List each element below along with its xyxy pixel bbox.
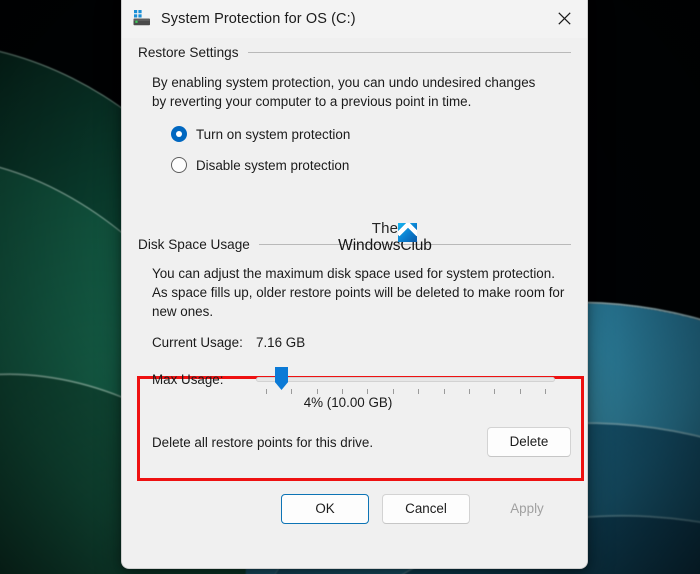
- max-usage-slider[interactable]: [256, 364, 555, 394]
- window-title: System Protection for OS (C:): [161, 11, 356, 27]
- delete-restore-points-text: Delete all restore points for this drive…: [152, 435, 373, 450]
- radio-turn-on-system-protection[interactable]: Turn on system protection: [171, 126, 571, 142]
- dialog-body: Restore Settings By enabling system prot…: [122, 38, 587, 568]
- disk-space-usage-title: Disk Space Usage: [138, 237, 250, 252]
- system-protection-dialog: System Protection for OS (C:) Restore Se…: [121, 0, 588, 569]
- slider-tick: [393, 389, 394, 394]
- slider-tick: [342, 389, 343, 394]
- apply-button: Apply: [483, 494, 571, 524]
- section-divider: [259, 244, 571, 245]
- radio-label-disable: Disable system protection: [196, 158, 349, 173]
- slider-tick: [367, 389, 368, 394]
- current-usage-value: 7.16 GB: [256, 335, 305, 350]
- radio-label-turn-on: Turn on system protection: [196, 127, 350, 142]
- slider-thumb[interactable]: [275, 367, 288, 390]
- title-bar: System Protection for OS (C:): [122, 0, 587, 38]
- cancel-button[interactable]: Cancel: [382, 494, 470, 524]
- delete-restore-points-row: Delete all restore points for this drive…: [152, 427, 571, 457]
- drive-icon: [133, 10, 151, 28]
- current-usage-label: Current Usage:: [152, 335, 256, 350]
- slider-tick: [494, 389, 495, 394]
- restore-settings-header: Restore Settings: [138, 45, 571, 60]
- radio-button-unselected-icon[interactable]: [171, 157, 187, 173]
- slider-tick: [469, 389, 470, 394]
- slider-tick: [317, 389, 318, 394]
- disk-space-usage-description: You can adjust the maximum disk space us…: [152, 264, 570, 321]
- slider-caption: 4% (10.00 GB): [248, 395, 448, 410]
- max-usage-row: Max Usage:: [152, 364, 571, 394]
- delete-button[interactable]: Delete: [487, 427, 571, 457]
- slider-tick: [545, 389, 546, 394]
- slider-tick: [444, 389, 445, 394]
- max-usage-label: Max Usage:: [152, 372, 256, 387]
- watermark: The WindowsClub: [310, 221, 460, 254]
- slider-tick: [291, 389, 292, 394]
- radio-button-selected-icon[interactable]: [171, 126, 187, 142]
- ok-button[interactable]: OK: [281, 494, 369, 524]
- restore-settings-title: Restore Settings: [138, 45, 239, 60]
- restore-settings-description: By enabling system protection, you can u…: [152, 73, 550, 111]
- disk-space-usage-header: Disk Space Usage The WindowsClub: [138, 237, 571, 252]
- slider-tick: [266, 389, 267, 394]
- windowsclub-logo-icon: [398, 223, 417, 242]
- close-icon[interactable]: [541, 0, 587, 38]
- footer-buttons: OK Cancel Apply: [138, 480, 571, 524]
- radio-disable-system-protection[interactable]: Disable system protection: [171, 157, 571, 173]
- watermark-line1: The: [310, 221, 460, 237]
- section-divider: [248, 52, 572, 53]
- slider-track[interactable]: [256, 377, 555, 382]
- watermark-line2: WindowsClub: [310, 237, 460, 254]
- slider-tick: [520, 389, 521, 394]
- current-usage-row: Current Usage: 7.16 GB: [152, 335, 571, 350]
- slider-ticks: [256, 389, 555, 395]
- slider-tick: [418, 389, 419, 394]
